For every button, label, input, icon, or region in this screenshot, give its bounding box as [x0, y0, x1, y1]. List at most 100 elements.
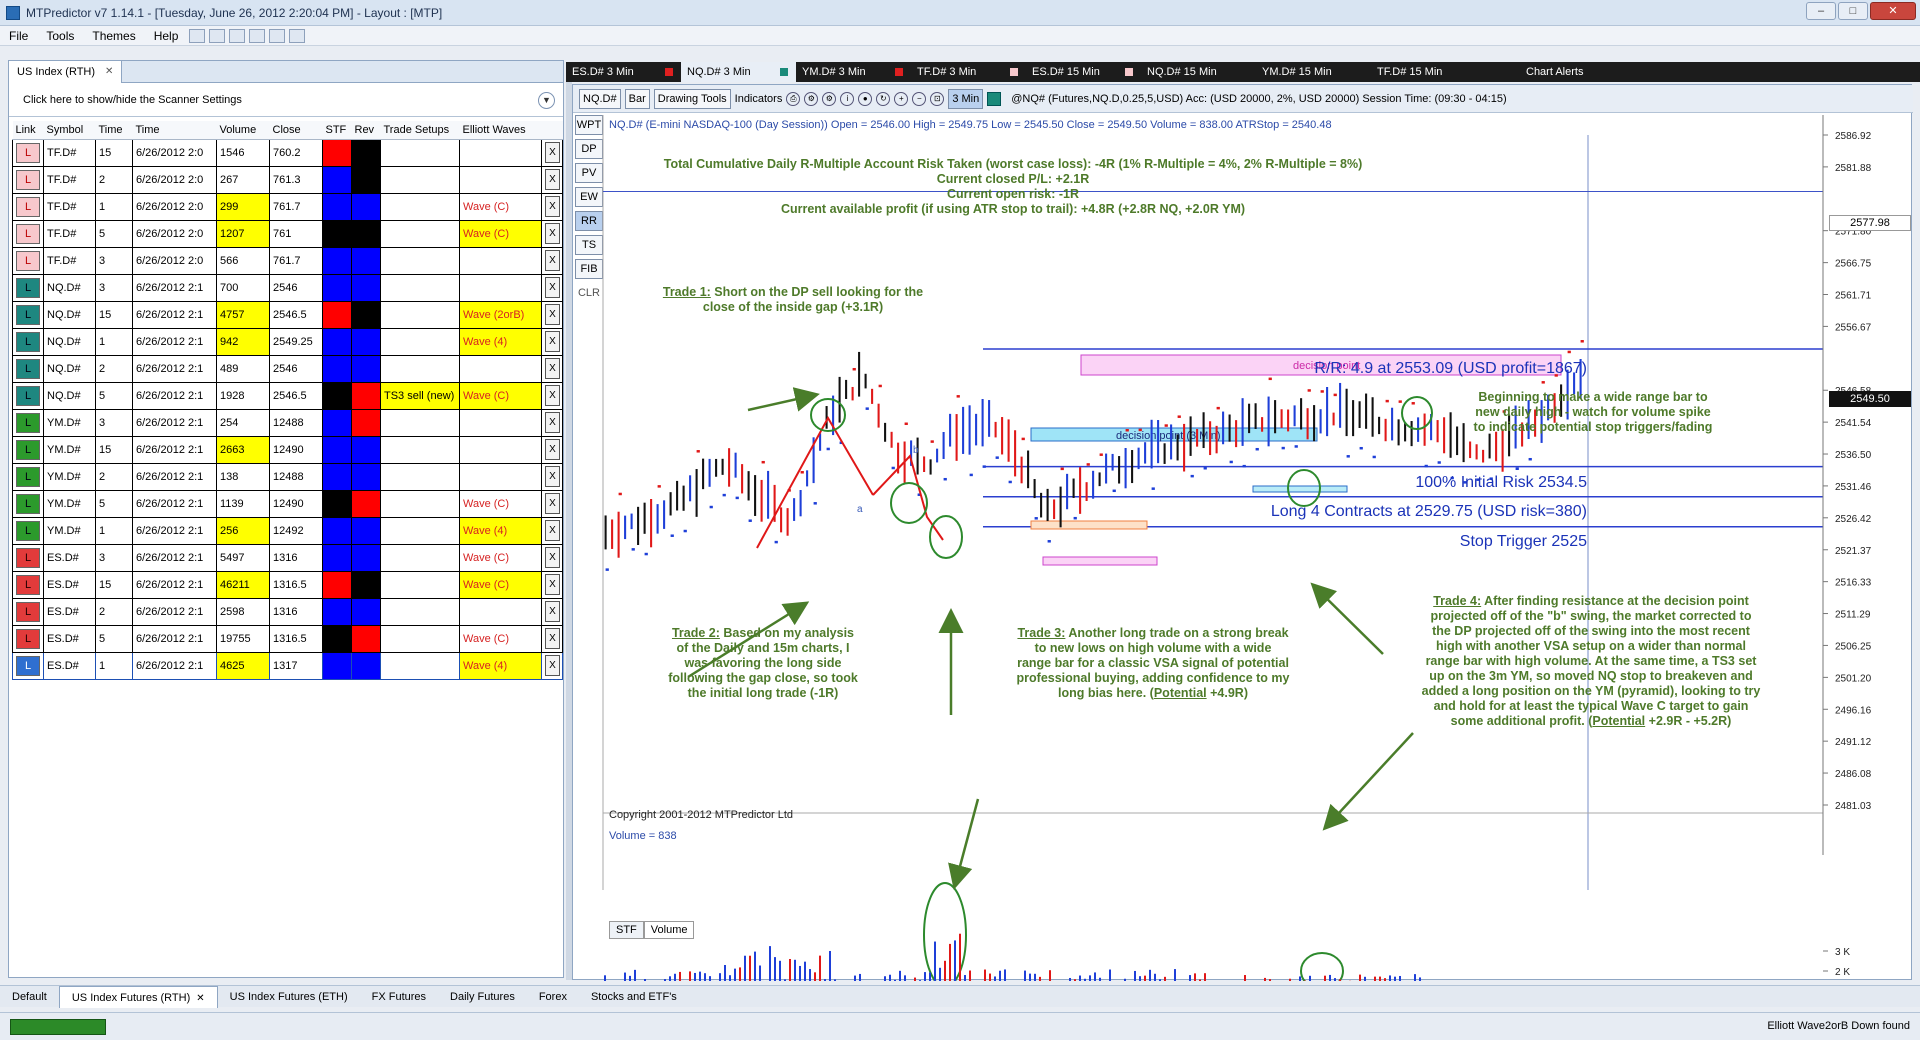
table-row[interactable]: L TF.D# 5 6/26/2012 2:0 1207 761 Wave (C) X	[12, 219, 563, 248]
workspace-tab[interactable]: FX Futures	[360, 986, 438, 1008]
chart-tab[interactable]: YM.D# 15 Min	[1256, 62, 1371, 82]
close-icon[interactable]: ✕	[196, 993, 204, 1004]
scanner-settings-toggle[interactable]: Click here to show/hide the Scanner Sett…	[9, 83, 563, 117]
menu-file[interactable]: File	[0, 29, 37, 43]
remove-button[interactable]: X	[545, 358, 560, 379]
workspace-tab[interactable]: US Index Futures (RTH) ✕	[58, 985, 218, 1008]
workspace-tab[interactable]: US Index Futures (ETH)	[218, 986, 360, 1008]
close-button[interactable]: ✕	[1870, 2, 1916, 20]
remove-button[interactable]: X	[545, 493, 560, 514]
link-button[interactable]: L	[16, 574, 40, 595]
chart-tab[interactable]: YM.D# 3 Min	[796, 62, 911, 82]
link-button[interactable]: L	[16, 547, 40, 568]
menu-help[interactable]: Help	[145, 29, 188, 43]
link-button[interactable]: L	[16, 601, 40, 622]
table-row[interactable]: L NQ.D# 1 6/26/2012 2:1 942 2549.25 Wave (4) X	[12, 327, 563, 356]
column-header[interactable]: Symbol	[43, 121, 96, 140]
chart-tab[interactable]: ES.D# 3 Min	[566, 62, 681, 82]
chart-tab[interactable]: ES.D# 15 Min	[1026, 62, 1141, 82]
table-row[interactable]: L YM.D# 5 6/26/2012 2:1 1139 12490 Wave (C) X	[12, 489, 563, 518]
chart-tab[interactable]: Chart Alerts	[1486, 62, 1591, 82]
chevron-down-icon[interactable]: ▼	[538, 92, 555, 109]
remove-button[interactable]: X	[545, 520, 560, 541]
link-button[interactable]: L	[16, 277, 40, 298]
remove-button[interactable]: X	[545, 385, 560, 406]
link-button[interactable]: L	[16, 385, 40, 406]
table-row[interactable]: L ES.D# 3 6/26/2012 2:1 5497 1316 Wave (C) X	[12, 543, 563, 572]
link-button[interactable]: L	[16, 439, 40, 460]
remove-button[interactable]: X	[545, 466, 560, 487]
table-row[interactable]: L NQ.D# 5 6/26/2012 2:1 1928 2546.5 TS3 sell (…	[12, 381, 563, 410]
menu-tools[interactable]: Tools	[37, 29, 83, 43]
table-row[interactable]: L TF.D# 1 6/26/2012 2:0 299 761.7 Wave (C) X	[12, 192, 563, 221]
link-button[interactable]: L	[16, 169, 40, 190]
remove-button[interactable]: X	[545, 439, 560, 460]
link-button[interactable]: L	[16, 196, 40, 217]
remove-button[interactable]: X	[545, 223, 560, 244]
chart-tab[interactable]: TF.D# 15 Min	[1371, 62, 1486, 82]
column-header[interactable]: Trade Setups	[380, 121, 460, 140]
link-button[interactable]: L	[16, 628, 40, 649]
remove-button[interactable]: X	[545, 412, 560, 433]
workspace-tab[interactable]: Forex	[527, 986, 579, 1008]
table-row[interactable]: L TF.D# 2 6/26/2012 2:0 267 761.3 X	[12, 165, 563, 194]
eye-icon[interactable]	[249, 28, 266, 43]
scanner-icon[interactable]	[189, 28, 206, 43]
link-button[interactable]: L	[16, 304, 40, 325]
link-button[interactable]: L	[16, 250, 40, 271]
workspace-tab[interactable]: Stocks and ETF's	[579, 986, 689, 1008]
column-header[interactable]: STF	[322, 121, 352, 140]
table-row[interactable]: L ES.D# 15 6/26/2012 2:1 46211 1316.5 Wave (C)…	[12, 570, 563, 599]
remove-button[interactable]: X	[545, 304, 560, 325]
link-button[interactable]: L	[16, 142, 40, 163]
remove-button[interactable]: X	[545, 547, 560, 568]
tab-stf[interactable]: STF	[609, 921, 644, 939]
remove-button[interactable]: X	[545, 277, 560, 298]
link-button[interactable]: L	[16, 223, 40, 244]
maximize-button[interactable]: □	[1838, 2, 1868, 20]
column-header[interactable]: Rev	[351, 121, 381, 140]
remove-button[interactable]: X	[545, 574, 560, 595]
alert-icon[interactable]	[269, 28, 286, 43]
column-header[interactable]: Link	[12, 121, 44, 140]
menu-themes[interactable]: Themes	[83, 29, 144, 43]
table-row[interactable]: L YM.D# 3 6/26/2012 2:1 254 12488 X	[12, 408, 563, 437]
table-row[interactable]: L NQ.D# 2 6/26/2012 2:1 489 2546 X	[12, 354, 563, 383]
column-header[interactable]: Time	[132, 121, 217, 140]
chart-tab[interactable]: NQ.D# 3 Min	[681, 62, 796, 82]
remove-button[interactable]: X	[545, 169, 560, 190]
layout-icon[interactable]	[229, 28, 246, 43]
table-row[interactable]: L YM.D# 2 6/26/2012 2:1 138 12488 X	[12, 462, 563, 491]
close-icon[interactable]: ✕	[105, 66, 113, 77]
scanner-tab[interactable]: US Index (RTH) ✕	[9, 60, 123, 83]
link-button[interactable]: L	[16, 655, 40, 676]
remove-button[interactable]: X	[545, 142, 560, 163]
table-row[interactable]: L ES.D# 1 6/26/2012 2:1 4625 1317 Wave (4) X	[12, 651, 563, 680]
link-button[interactable]: L	[16, 412, 40, 433]
remove-button[interactable]: X	[545, 250, 560, 271]
remove-button[interactable]: X	[545, 601, 560, 622]
save-icon[interactable]	[289, 28, 306, 43]
column-header[interactable]: Volume	[216, 121, 270, 140]
link-button[interactable]: L	[16, 520, 40, 541]
workspace-tab[interactable]: Default	[0, 986, 59, 1008]
remove-button[interactable]: X	[545, 196, 560, 217]
tab-volume[interactable]: Volume	[643, 921, 695, 939]
link-button[interactable]: L	[16, 493, 40, 514]
column-header[interactable]: Time	[95, 121, 133, 140]
remove-button[interactable]: X	[545, 655, 560, 676]
link-button[interactable]: L	[16, 358, 40, 379]
table-row[interactable]: L TF.D# 15 6/26/2012 2:0 1546 760.2 X	[12, 138, 563, 167]
link-button[interactable]: L	[16, 466, 40, 487]
table-row[interactable]: L YM.D# 1 6/26/2012 2:1 256 12492 Wave (4) X	[12, 516, 563, 545]
chart-tab[interactable]: NQ.D# 15 Min	[1141, 62, 1256, 82]
remove-button[interactable]: X	[545, 331, 560, 352]
table-row[interactable]: L ES.D# 2 6/26/2012 2:1 2598 1316 X	[12, 597, 563, 626]
table-row[interactable]: L ES.D# 5 6/26/2012 2:1 19755 1316.5 Wave (C) X	[12, 624, 563, 653]
workspace-tab[interactable]: Daily Futures	[438, 986, 527, 1008]
link-button[interactable]: L	[16, 331, 40, 352]
chart-tab[interactable]: TF.D# 3 Min	[911, 62, 1026, 82]
column-header[interactable]	[541, 121, 563, 140]
table-row[interactable]: L NQ.D# 15 6/26/2012 2:1 4757 2546.5 Wave (2or…	[12, 300, 563, 329]
chart-icon[interactable]	[209, 28, 226, 43]
